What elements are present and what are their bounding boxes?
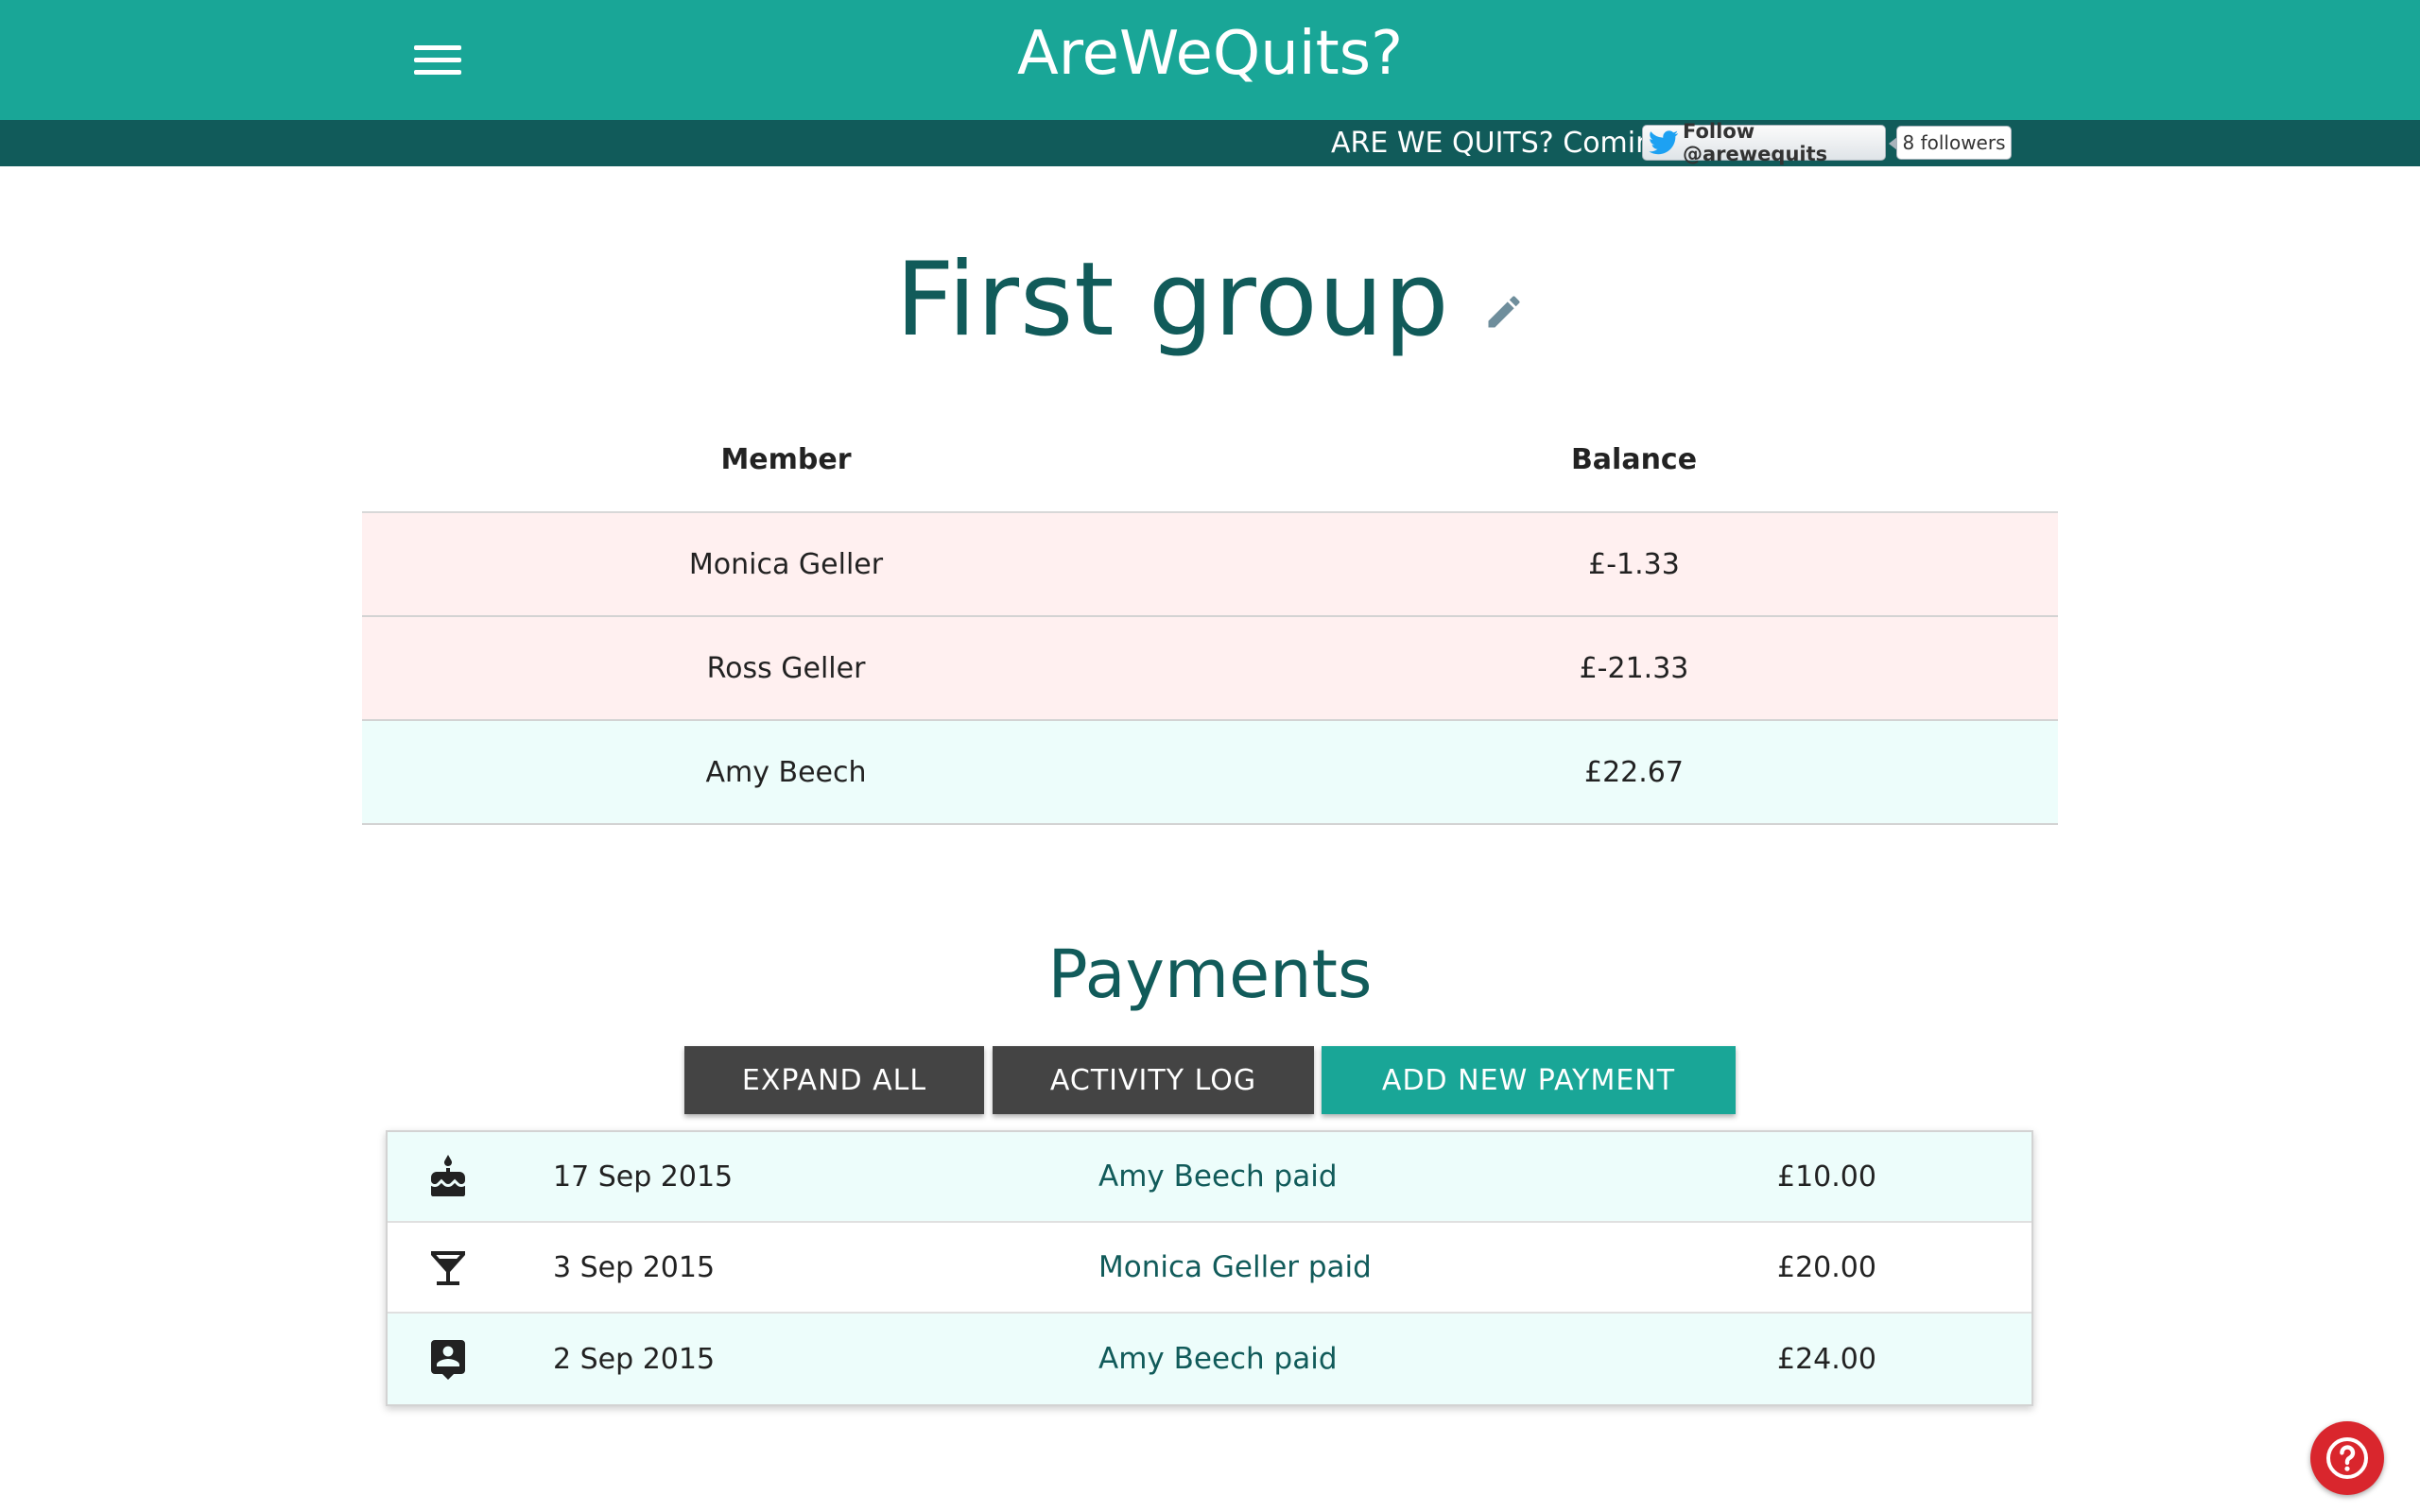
- expand-all-button[interactable]: EXPAND ALL: [684, 1046, 984, 1114]
- payment-date: 17 Sep 2015: [553, 1160, 734, 1194]
- member-name: Ross Geller: [706, 651, 866, 685]
- twitter-follow-button[interactable]: Follow @arewequits: [1642, 120, 1886, 165]
- group-name: First group: [895, 241, 1450, 359]
- table-row: Ross Geller £-21.33: [362, 617, 2058, 721]
- add-new-payment-button[interactable]: ADD NEW PAYMENT: [1322, 1046, 1736, 1114]
- group-header: First group: [0, 241, 2420, 359]
- column-header-member: Member: [720, 443, 852, 476]
- twitter-bird-icon: [1649, 130, 1679, 155]
- payment-date: 3 Sep 2015: [553, 1250, 716, 1284]
- birthday-cake-icon: [425, 1155, 471, 1200]
- payments-heading: Payments: [1047, 936, 1373, 1013]
- member-name: Amy Beech: [705, 755, 867, 789]
- payment-amount: £20.00: [1777, 1250, 1876, 1284]
- twitter-follow-label: Follow @arewequits: [1683, 120, 1828, 165]
- member-balance: £-1.33: [1588, 547, 1680, 581]
- members-balance-table: Member Balance Monica Geller £-1.33 Ross…: [362, 430, 2058, 825]
- payment-description: Amy Beech paid: [1098, 1342, 1338, 1376]
- top-app-bar: AreWeQuits?: [0, 0, 2420, 120]
- payment-amount: £10.00: [1777, 1160, 1876, 1194]
- help-question-icon[interactable]: [2310, 1421, 2384, 1495]
- payment-date: 2 Sep 2015: [553, 1342, 716, 1376]
- member-balance: £22.67: [1584, 755, 1684, 789]
- member-balance: £-21.33: [1579, 651, 1689, 685]
- announcement-ticker: ARE WE QUITS? Coming: [1331, 127, 1645, 160]
- list-item[interactable]: 3 Sep 2015 Monica Geller paid £20.00: [388, 1223, 2031, 1314]
- payment-description: Amy Beech paid: [1098, 1160, 1338, 1194]
- table-header: Member Balance: [362, 430, 2058, 513]
- table-row: Amy Beech £22.67: [362, 721, 2058, 825]
- payments-list: 17 Sep 2015 Amy Beech paid £10.00 3 Sep …: [386, 1130, 2033, 1406]
- member-name: Monica Geller: [688, 547, 884, 581]
- activity-log-button[interactable]: ACTIVITY LOG: [993, 1046, 1314, 1114]
- table-row: Monica Geller £-1.33: [362, 513, 2058, 617]
- announcement-bar: ARE WE QUITS? Coming: [0, 120, 2420, 166]
- cocktail-icon: [425, 1246, 471, 1291]
- contact-card-icon: [425, 1336, 471, 1382]
- edit-pencil-icon[interactable]: [1483, 291, 1525, 333]
- twitter-followers-count[interactable]: 8 followers: [1889, 126, 2012, 160]
- column-header-balance: Balance: [1570, 443, 1698, 476]
- list-item[interactable]: 17 Sep 2015 Amy Beech paid £10.00: [388, 1132, 2031, 1223]
- payment-amount: £24.00: [1777, 1342, 1876, 1376]
- app-title: AreWeQuits?: [1016, 19, 1404, 89]
- list-item[interactable]: 2 Sep 2015 Amy Beech paid £24.00: [388, 1314, 2031, 1404]
- payment-description: Monica Geller paid: [1098, 1250, 1372, 1284]
